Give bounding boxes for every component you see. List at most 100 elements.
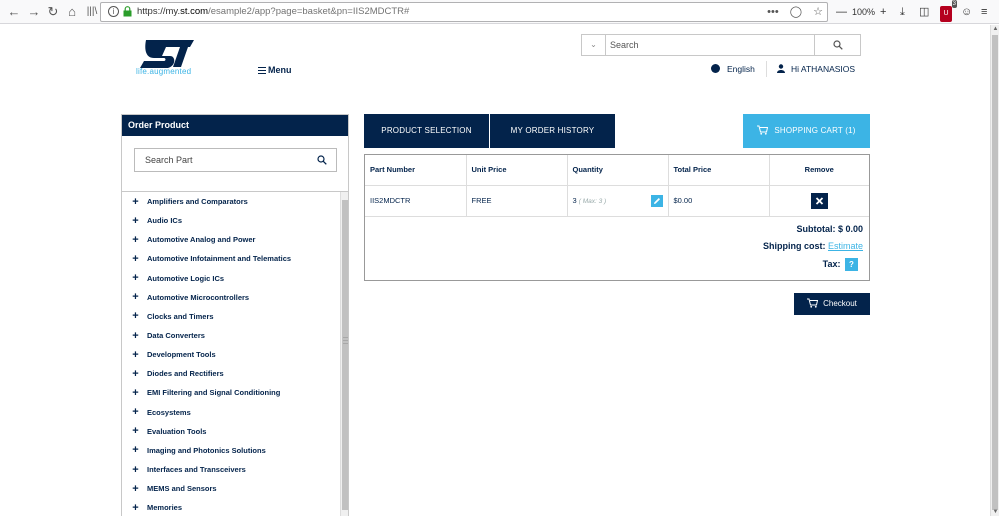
expand-plus-icon[interactable]: + [130, 426, 141, 437]
tax-help-button[interactable]: ? [845, 258, 858, 271]
column-header-total-price: Total Price [668, 155, 770, 186]
expand-plus-icon[interactable]: + [130, 368, 141, 379]
category-item[interactable]: + Data Converters [122, 326, 340, 345]
scroll-down-icon[interactable]: ▼ [991, 508, 999, 516]
library-icon[interactable]: |||\ [84, 4, 100, 20]
category-label: Audio ICs [147, 216, 182, 226]
category-item[interactable]: + EMI Filtering and Signal Conditioning [122, 383, 340, 402]
tab-order-history[interactable]: MY ORDER HISTORY [490, 114, 615, 148]
scroll-up-icon[interactable]: ▲ [991, 25, 999, 33]
address-bar[interactable]: i https://my.st.com/esample2/app?page=ba… [100, 2, 828, 22]
category-item[interactable]: + Automotive Microcontrollers [122, 288, 340, 307]
home-icon[interactable]: ⌂ [64, 4, 80, 20]
expand-plus-icon[interactable]: + [130, 349, 141, 360]
page-actions-icon[interactable]: ••• [767, 6, 779, 18]
expand-plus-icon[interactable]: + [130, 292, 141, 303]
expand-plus-icon[interactable]: + [130, 483, 141, 494]
zoom-level[interactable]: 100% [852, 4, 875, 20]
menu-button[interactable]: Menu [258, 65, 292, 75]
forward-icon[interactable]: → [26, 4, 42, 20]
part-number-cell[interactable]: IIS2MDCTR [365, 185, 467, 217]
expand-plus-icon[interactable]: + [130, 215, 141, 226]
search-button[interactable] [814, 35, 860, 55]
account-icon[interactable]: ☺ [961, 4, 972, 20]
page-scrollbar[interactable]: ▲ ▼ [990, 25, 999, 516]
category-item[interactable]: + Automotive Infotainment and Telematics [122, 249, 340, 268]
download-icon[interactable]: ⤓ [900, 4, 905, 20]
category-item[interactable]: + Diodes and Rectifiers [122, 364, 340, 383]
shopping-cart-label: SHOPPING CART (1) [774, 126, 856, 135]
edit-quantity-button[interactable] [650, 194, 663, 207]
site-search-input[interactable] [610, 37, 810, 53]
category-label: Evaluation Tools [147, 426, 207, 436]
header-divider [766, 61, 767, 77]
table-row: IIS2MDCTR FREE 3 ( Max: 3 ) $0.00 [365, 185, 869, 217]
back-icon[interactable]: ← [6, 4, 22, 20]
shopping-cart-icon [807, 298, 819, 308]
reload-icon[interactable]: ↻ [45, 4, 61, 20]
tab-product-selection[interactable]: PRODUCT SELECTION [364, 114, 489, 148]
category-scrollbar[interactable]: — — — [340, 192, 348, 516]
zoom-out-icon[interactable]: — [836, 4, 847, 20]
expand-plus-icon[interactable]: + [130, 445, 141, 456]
search-icon[interactable] [317, 155, 327, 165]
expand-plus-icon[interactable]: + [130, 387, 141, 398]
category-label: Imaging and Photonics Solutions [147, 445, 266, 455]
category-item[interactable]: + Audio ICs [122, 211, 340, 230]
scrollbar-thumb[interactable] [992, 35, 998, 510]
extension-icon[interactable]: U3 [940, 0, 957, 22]
site-info-icon[interactable]: i [108, 6, 119, 17]
quantity-cell: 3 ( Max: 3 ) [567, 185, 669, 217]
expand-plus-icon[interactable]: + [130, 253, 141, 264]
search-scope-dropdown[interactable]: ⌄ [582, 35, 606, 55]
category-label: MEMS and Sensors [147, 484, 217, 494]
globe-icon [711, 64, 720, 73]
app-menu-icon[interactable]: ≡ [981, 4, 987, 20]
language-selector[interactable]: English [711, 64, 755, 74]
shipping-label: Shipping cost: [762, 241, 826, 251]
unit-price-cell: FREE [466, 185, 568, 217]
category-item[interactable]: + Imaging and Photonics Solutions [122, 441, 340, 460]
expand-plus-icon[interactable]: + [130, 464, 141, 475]
sidebar-toggle-icon[interactable]: ◫ [919, 4, 929, 20]
estimate-shipping-link[interactable]: Estimate [828, 241, 863, 251]
category-item[interactable]: + Automotive Logic ICs [122, 269, 340, 288]
user-icon [777, 64, 785, 73]
expand-plus-icon[interactable]: + [130, 330, 141, 341]
category-item[interactable]: + MEMS and Sensors [122, 479, 340, 498]
category-item[interactable]: + Memories [122, 498, 340, 516]
search-icon [833, 40, 843, 50]
category-item[interactable]: + Automotive Analog and Power [122, 230, 340, 249]
user-menu[interactable]: Hi ATHANASIOS [777, 64, 855, 74]
expand-plus-icon[interactable]: + [130, 234, 141, 245]
category-item[interactable]: + Development Tools [122, 345, 340, 364]
category-scrollbar-thumb[interactable] [342, 200, 348, 510]
expand-plus-icon[interactable]: + [130, 273, 141, 284]
category-item[interactable]: + Interfaces and Transceivers [122, 460, 340, 479]
menu-label: Menu [268, 65, 292, 75]
category-list: + Amplifiers and Comparators + Audio ICs +… [122, 192, 340, 516]
checkout-button[interactable]: Checkout [794, 293, 870, 315]
category-label: Automotive Microcontrollers [147, 292, 250, 302]
expand-plus-icon[interactable]: + [130, 502, 141, 513]
remove-cell [769, 185, 869, 217]
cart-panel: Part Number Unit Price Quantity Total Pr… [364, 154, 870, 281]
bookmark-star-icon[interactable]: ☆ [813, 6, 823, 18]
browser-toolbar: ← → ↻ ⌂ |||\ i https://my.st.com/esample… [0, 0, 999, 24]
expand-plus-icon[interactable]: + [130, 311, 141, 322]
url-host: st.com [180, 6, 209, 17]
category-item[interactable]: + Evaluation Tools [122, 422, 340, 441]
lock-icon [123, 6, 132, 17]
remove-item-button[interactable] [810, 192, 828, 209]
site-search: ⌄ [581, 34, 861, 56]
category-item[interactable]: + Clocks and Timers [122, 307, 340, 326]
zoom-in-icon[interactable]: + [880, 4, 886, 20]
pocket-icon[interactable]: ◯ [790, 6, 802, 18]
category-item[interactable]: + Ecosystems [122, 403, 340, 422]
part-search-input[interactable] [145, 153, 305, 167]
tab-shopping-cart[interactable]: SHOPPING CART (1) [743, 114, 870, 148]
category-item[interactable]: + Amplifiers and Comparators [122, 192, 340, 211]
close-icon [815, 196, 823, 205]
expand-plus-icon[interactable]: + [130, 196, 141, 207]
expand-plus-icon[interactable]: + [130, 407, 141, 418]
